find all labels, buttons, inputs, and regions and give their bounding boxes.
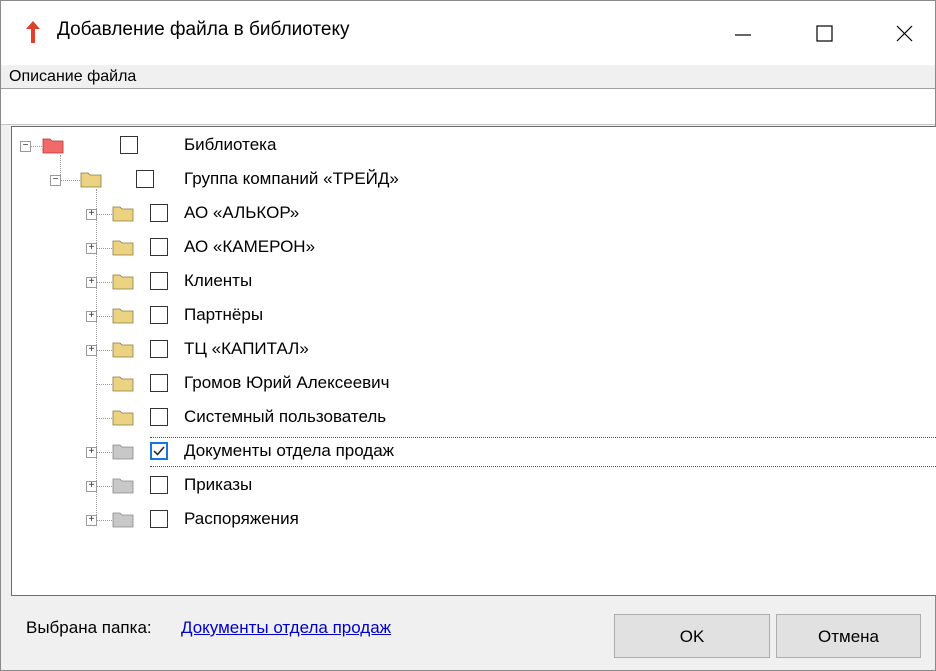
collapse-icon[interactable]: − — [20, 141, 31, 152]
tree-node[interactable]: + Клиенты — [12, 267, 936, 297]
node-checkbox[interactable] — [150, 374, 168, 392]
tree-connector — [97, 520, 112, 521]
expand-icon[interactable]: + — [86, 447, 97, 458]
folder-tree[interactable]: − Библиотека − Группа компаний «ТРЕЙД» + АО «… — [11, 126, 936, 596]
selected-folder-link[interactable]: Документы отдела продаж — [181, 618, 391, 638]
tree-node[interactable]: + АО «КАМЕРОН» — [12, 233, 936, 263]
tree-connector — [97, 486, 112, 487]
tree-connector — [31, 146, 42, 147]
tree-node[interactable]: + АО «АЛЬКОР» — [12, 199, 936, 229]
expand-icon[interactable]: + — [86, 277, 97, 288]
tree-connector — [97, 214, 112, 215]
minimize-icon — [735, 34, 751, 36]
expand-icon[interactable]: + — [86, 345, 97, 356]
node-label: Системный пользователь — [184, 407, 387, 426]
node-label: Группа компаний «ТРЕЙД» — [184, 169, 399, 188]
description-header: Описание файла — [1, 66, 935, 89]
node-checkbox[interactable] — [150, 510, 168, 528]
node-checkbox[interactable] — [150, 476, 168, 494]
node-checkbox[interactable] — [150, 442, 168, 460]
window-title: Добавление файла в библиотеку — [57, 19, 350, 40]
tree-node[interactable]: + Партнёры — [12, 301, 936, 331]
node-checkbox[interactable] — [150, 238, 168, 256]
node-label: Клиенты — [184, 271, 253, 290]
expand-icon[interactable]: + — [86, 515, 97, 526]
dialog-window: Добавление файла в библиотеку Описание ф… — [0, 0, 936, 671]
expand-icon[interactable]: + — [86, 243, 97, 254]
folder-icon — [112, 206, 134, 222]
folder-icon — [112, 512, 134, 528]
node-label: Распоряжения — [184, 509, 299, 528]
collapse-icon[interactable]: − — [50, 175, 61, 186]
folder-icon — [112, 342, 134, 358]
node-label: Приказы — [184, 475, 253, 494]
tree-node[interactable]: + Приказы — [12, 471, 936, 501]
ok-button[interactable]: OK — [614, 614, 770, 658]
minimize-button[interactable] — [713, 1, 773, 65]
node-checkbox[interactable] — [150, 204, 168, 222]
selected-folder-label: Выбрана папка: — [26, 618, 152, 637]
folder-icon — [112, 308, 134, 324]
node-label: Партнёры — [184, 305, 264, 324]
folder-icon — [80, 172, 102, 188]
folder-icon — [112, 410, 134, 426]
tree-connector — [61, 180, 80, 181]
expand-icon[interactable]: + — [86, 481, 97, 492]
tree-node[interactable]: − Группа компаний «ТРЕЙД» — [12, 165, 936, 195]
folder-icon — [112, 376, 134, 392]
node-label: АО «КАМЕРОН» — [184, 237, 316, 256]
folder-icon — [112, 240, 134, 256]
tree-connector — [97, 282, 112, 283]
tree-connector — [96, 384, 112, 385]
node-checkbox[interactable] — [150, 306, 168, 324]
maximize-button[interactable] — [795, 1, 855, 65]
node-checkbox[interactable] — [120, 136, 138, 154]
tree-node[interactable]: + ТЦ «КАПИТАЛ» — [12, 335, 936, 365]
close-icon — [896, 25, 913, 42]
close-button[interactable] — [874, 1, 934, 65]
folder-icon — [112, 274, 134, 290]
description-input[interactable] — [1, 89, 935, 125]
tree-node[interactable]: Громов Юрий Алексеевич — [12, 369, 936, 399]
node-label: АО «АЛЬКОР» — [184, 203, 300, 222]
expand-icon[interactable]: + — [86, 209, 97, 220]
node-checkbox[interactable] — [150, 408, 168, 426]
tree-connector — [97, 350, 112, 351]
tree-node[interactable]: Системный пользователь — [12, 403, 936, 433]
node-label: Библиотека — [184, 135, 277, 154]
red-arrow-up-icon — [26, 21, 40, 43]
tree-connector — [97, 452, 112, 453]
node-label: Документы отдела продаж — [184, 441, 395, 460]
node-checkbox[interactable] — [136, 170, 154, 188]
description-label: Описание файла — [9, 68, 137, 85]
tree-connector — [97, 248, 112, 249]
cancel-button[interactable]: Отмена — [776, 614, 921, 658]
folder-icon — [112, 478, 134, 494]
checkmark-icon — [153, 446, 165, 456]
tree-node[interactable]: − Библиотека — [12, 131, 936, 161]
folder-icon — [112, 444, 134, 460]
tree-node[interactable]: + Документы отдела продаж — [12, 437, 936, 467]
node-label: Громов Юрий Алексеевич — [184, 373, 390, 392]
tree-connector — [97, 316, 112, 317]
node-label: ТЦ «КАПИТАЛ» — [184, 339, 309, 358]
expand-icon[interactable]: + — [86, 311, 97, 322]
node-checkbox[interactable] — [150, 272, 168, 290]
tree-connector — [96, 418, 112, 419]
title-bar[interactable]: Добавление файла в библиотеку — [1, 1, 935, 65]
folder-icon — [42, 138, 64, 154]
maximize-icon — [816, 25, 833, 42]
node-checkbox[interactable] — [150, 340, 168, 358]
tree-node[interactable]: + Распоряжения — [12, 505, 936, 535]
